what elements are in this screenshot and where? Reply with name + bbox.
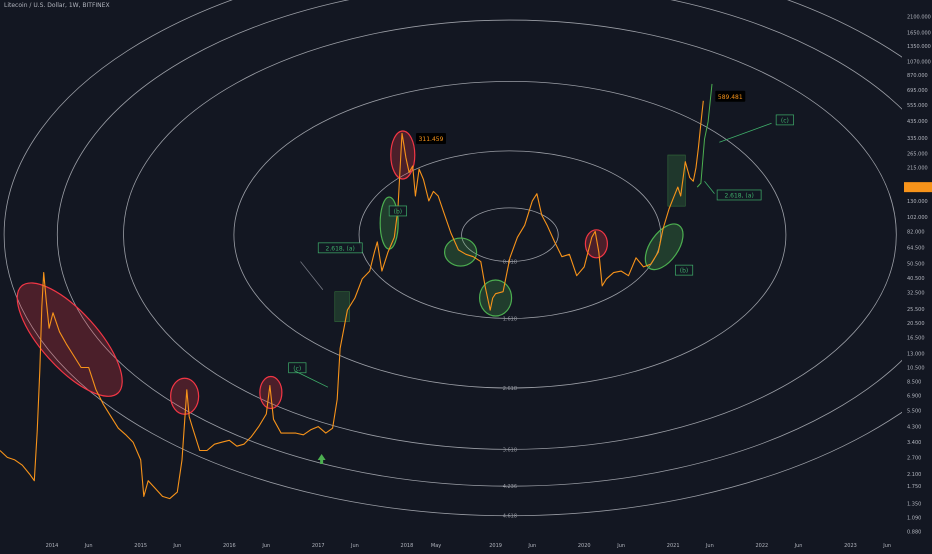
y-tick-label: 130.000 [907, 199, 928, 205]
x-tick-label: 2022 [755, 543, 768, 549]
x-tick-label: Jun [84, 543, 93, 549]
y-tick-label: 8.500 [907, 380, 921, 386]
x-tick-label: 2014 [46, 543, 59, 549]
x-tick-label: Jun [616, 543, 625, 549]
y-tick-label: 64.500 [907, 245, 925, 251]
fib-circle-label: 2.618 [503, 386, 517, 392]
wave-label-text: (b) [394, 208, 403, 215]
y-tick-label: 32.500 [907, 291, 925, 297]
wave-label-text: (b) [680, 268, 689, 275]
y-tick-label: 40.500 [907, 276, 925, 282]
y-tick-label: 2100.000 [907, 15, 931, 21]
y-tick-label: 16.500 [907, 336, 925, 342]
red-highlight-ellipse [584, 229, 608, 259]
x-tick-label: Jun [261, 543, 270, 549]
x-tick-label: 2020 [578, 543, 591, 549]
x-tick-label: Jun [882, 543, 891, 549]
chart-background [0, 0, 932, 550]
chart-title: Litecoin / U.S. Dollar, 1W, BITFINEX [4, 2, 110, 9]
y-tick-label: 10.500 [907, 366, 925, 372]
green-highlight-ellipse [478, 279, 513, 317]
y-axis: 2100.000 1650.000 1350.000 1070.000 870.000 6… [902, 0, 932, 550]
x-tick-label: Jun [705, 543, 714, 549]
wave-label-text: 2.618, (a) [724, 192, 753, 199]
green-highlight-ellipse [443, 237, 478, 267]
x-tick-label: 2023 [844, 543, 857, 549]
y-tick-label: 555.000 [907, 103, 928, 109]
y-tick-label: 25.500 [907, 307, 925, 313]
y-tick-label: 50.500 [907, 262, 925, 268]
y-tick-label: 1.090 [907, 516, 921, 522]
x-tick-label: May [431, 543, 441, 549]
x-tick-label: Jun [350, 543, 359, 549]
y-tick-label: 1350.000 [907, 44, 931, 50]
y-tick-label: 3.400 [907, 440, 921, 446]
y-tick-label: 5.500 [907, 408, 921, 414]
y-tick-label: 1.350 [907, 501, 921, 507]
y-tick-label: 2.100 [907, 472, 921, 478]
y-tick-label: 82.000 [907, 229, 925, 235]
y-tick-label: 2.700 [907, 455, 921, 461]
x-tick-label: 2021 [667, 543, 680, 549]
wave-label-text: 2.618, (a) [326, 245, 355, 252]
price-tag-text: 311.459 [419, 136, 444, 143]
chart-canvas[interactable]: 0.6181.6182.6183.6184.2364.618 311.45958… [0, 0, 932, 550]
y-tick-label: 13.000 [907, 351, 925, 357]
fib-circle-label: 4.618 [503, 514, 517, 520]
y-tick-label: 695.000 [907, 88, 928, 94]
y-tick-label: 0.880 [907, 530, 921, 536]
x-tick-label: 2016 [223, 543, 236, 549]
x-tick-label: 2019 [489, 543, 502, 549]
y-tick-label: 6.900 [907, 393, 921, 399]
y-tick-label: 20.500 [907, 321, 925, 327]
price-tag-text: 589.481 [718, 94, 743, 101]
fib-circle-label: 1.618 [503, 317, 517, 323]
red-highlight-ellipse [170, 377, 200, 415]
highlight-box [334, 291, 350, 322]
y-tick-label: 1070.000 [907, 59, 931, 65]
y-tick-label: 870.000 [907, 73, 928, 79]
y-tick-label: 435.000 [907, 119, 928, 125]
y-tick-label: 215.000 [907, 166, 928, 172]
fib-circle-label: 4.236 [503, 484, 517, 490]
fib-circle-label: 3.618 [503, 447, 517, 453]
y-tick-label: 102.000 [907, 215, 928, 221]
x-tick-label: Jun [172, 543, 181, 549]
x-tick-label: 2015 [134, 543, 147, 549]
wave-label-text: (c) [781, 117, 789, 124]
green-highlight-ellipse [379, 196, 399, 250]
x-tick-label: 2018 [401, 543, 414, 549]
y-tick-label: 335.000 [907, 136, 928, 142]
chart-root: 0.618 1.618 2.618 3.618 4.236 4.618 311.459 58… [0, 0, 932, 550]
wave-label-text: (c) [293, 365, 301, 372]
x-tick-label: 2017 [312, 543, 325, 549]
y-tick-label: 265.000 [907, 152, 928, 158]
y-tick-label: 4.300 [907, 425, 921, 431]
x-tick-label: Jun [794, 543, 803, 549]
current-price-tag [904, 182, 932, 193]
y-tick-label: 1.750 [907, 484, 921, 490]
x-tick-label: Jun [527, 543, 536, 549]
y-axis-background [902, 0, 932, 550]
y-tick-label: 1650.000 [907, 31, 931, 37]
